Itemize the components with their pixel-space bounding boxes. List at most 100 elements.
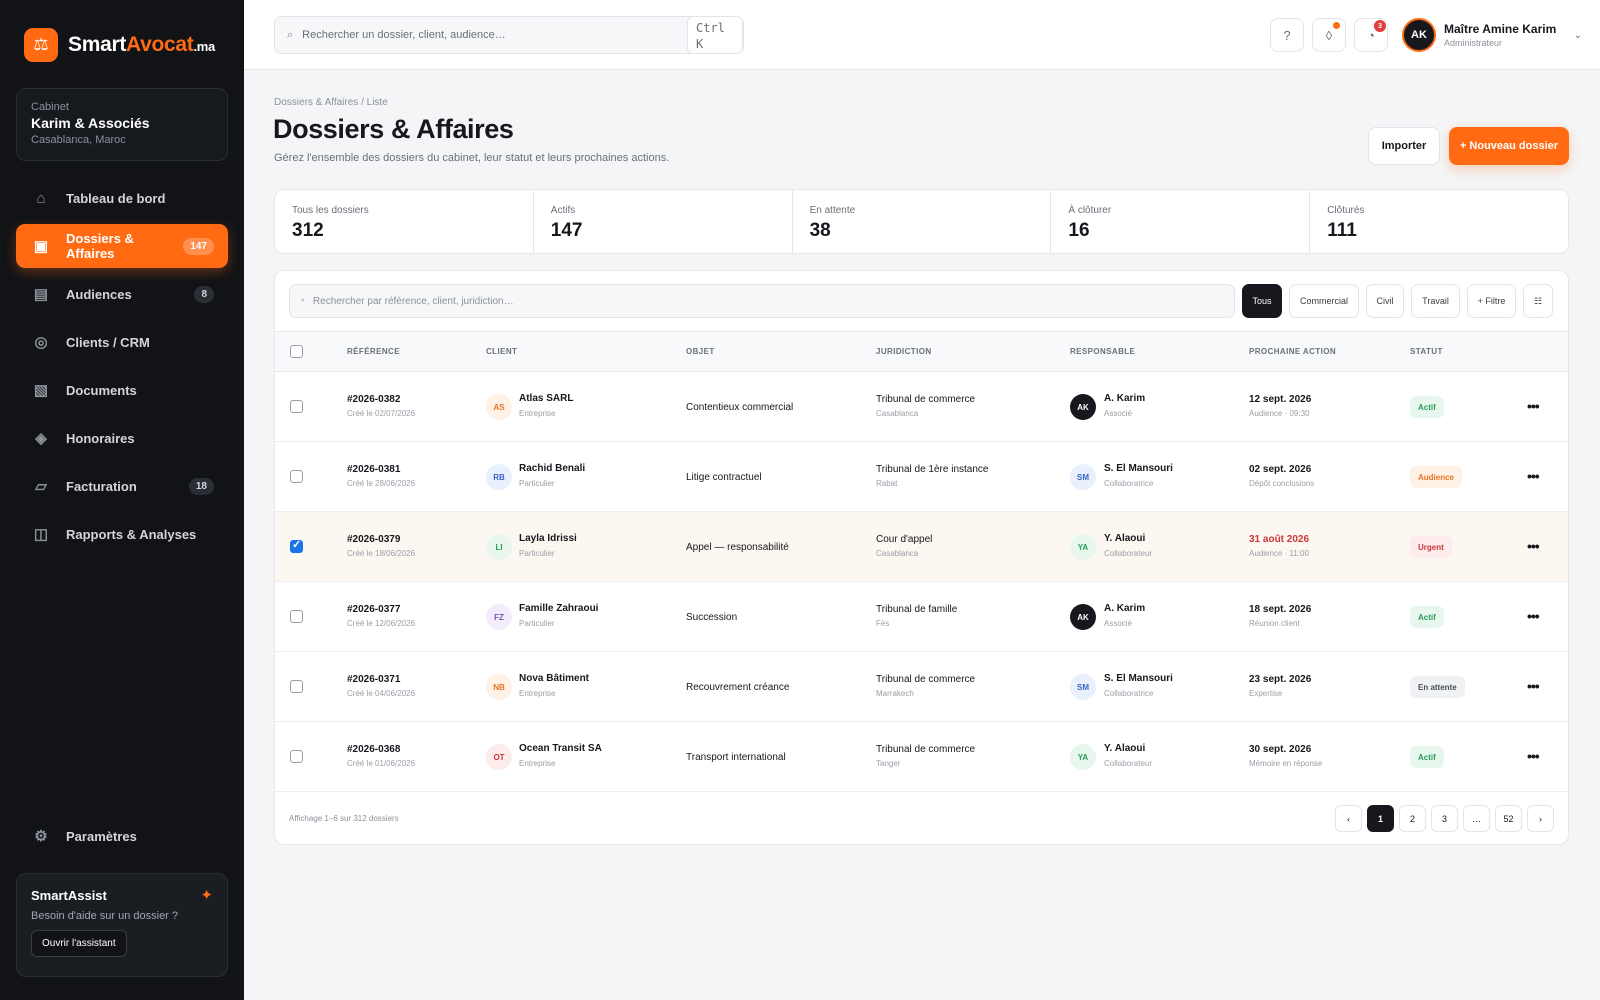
more-actions-icon[interactable]: •••: [1527, 468, 1540, 484]
more-actions-icon[interactable]: •••: [1527, 538, 1540, 554]
row-checkbox[interactable]: [290, 610, 303, 623]
table-search[interactable]: ⌕ Rechercher par référence, client, juri…: [289, 284, 1235, 318]
sidebar-item-rapports-analyses[interactable]: ◫ Rapports & Analyses: [16, 512, 228, 556]
jurisdiction-cell: Tribunal de famille Fès: [876, 604, 957, 628]
cabinet-switcher[interactable]: Cabinet Karim & Associés Casablanca, Mar…: [16, 88, 228, 161]
table-row[interactable]: #2026-0368 Créé le 01/06/2026 OT Ocean Tran…: [275, 722, 1568, 792]
table-search-input[interactable]: Rechercher par référence, client, juridi…: [313, 296, 514, 307]
row-checkbox[interactable]: [290, 538, 303, 553]
table-row[interactable]: #2026-0371 Créé le 04/06/2026 NB Nova Bâtim…: [275, 652, 1568, 722]
next-action-cell: 31 août 2026 Audience · 11:00: [1249, 534, 1309, 558]
smartassist-card: SmartAssist ✦ Besoin d'aide sur un dossi…: [16, 873, 228, 977]
stat-value: 16: [1068, 220, 1090, 241]
filter-chip-commercial[interactable]: Commercial: [1289, 284, 1359, 318]
new-case-button[interactable]: + Nouveau dossier: [1449, 127, 1569, 165]
jurisdiction-city: Casablanca: [876, 409, 919, 418]
page-button-52[interactable]: 52: [1495, 805, 1522, 832]
column-header-reference[interactable]: Référence: [347, 347, 400, 356]
global-search-input[interactable]: Rechercher un dossier, client, audience…: [302, 29, 687, 41]
case-reference-number[interactable]: #2026-0371: [347, 674, 415, 685]
brand-logo[interactable]: ⚖ SmartAvocat.ma: [24, 28, 215, 62]
table-row[interactable]: #2026-0381 Créé le 28/06/2026 RB Rachid Ben…: [275, 442, 1568, 512]
filter-chip-travail[interactable]: Travail: [1411, 284, 1460, 318]
case-reference-number[interactable]: #2026-0382: [347, 394, 415, 405]
case-reference-number[interactable]: #2026-0377: [347, 604, 415, 615]
filter-chip-civil[interactable]: Civil: [1366, 284, 1404, 318]
client-name[interactable]: Layla Idrissi: [519, 533, 577, 544]
columns-toggle-button[interactable]: ☷: [1523, 284, 1553, 318]
open-assistant-button[interactable]: Ouvrir l'assistant: [31, 930, 127, 957]
client-name[interactable]: Rachid Benali: [519, 463, 585, 474]
client-avatar: OT: [486, 744, 512, 770]
table-row[interactable]: #2026-0382 Créé le 02/07/2026 AS Atlas SARL…: [275, 372, 1568, 442]
jurisdiction-city: Fès: [876, 619, 890, 628]
client-name[interactable]: Famille Zahraoui: [519, 603, 598, 614]
select-all-checkbox[interactable]: [290, 345, 303, 358]
table-row[interactable]: #2026-0377 Créé le 12/06/2026 FZ Famille Za…: [275, 582, 1568, 652]
alerts-button[interactable]: ◊: [1312, 18, 1346, 52]
client-name[interactable]: Nova Bâtiment: [519, 673, 589, 684]
filter-chip-tous[interactable]: Tous: [1242, 284, 1282, 318]
column-header-objet[interactable]: Objet: [686, 347, 715, 356]
status-badge: En attente: [1410, 676, 1465, 698]
prev-page-button[interactable]: ‹: [1335, 805, 1362, 832]
more-actions-icon[interactable]: •••: [1527, 398, 1540, 414]
client-name[interactable]: Atlas SARL: [519, 393, 573, 404]
page-button-1[interactable]: 1: [1367, 805, 1394, 832]
stat-card-en-attente[interactable]: En attente 38: [793, 190, 1052, 253]
sidebar-item-audiences[interactable]: ▤ Audiences 8: [16, 272, 228, 316]
row-checkbox[interactable]: [290, 680, 303, 693]
column-header-juridiction[interactable]: Juridiction: [876, 347, 932, 356]
sidebar-item-parametres[interactable]: ⚙ Paramètres: [16, 814, 228, 858]
column-header-client[interactable]: Client: [486, 347, 517, 356]
stat-card-clotures[interactable]: Clôturés 111: [1310, 190, 1568, 253]
sidebar-item-facturation[interactable]: ▱ Facturation 18: [16, 464, 228, 508]
next-action-detail: Mémoire en réponse: [1249, 759, 1323, 768]
row-checkbox[interactable]: [290, 470, 303, 483]
stat-card-actifs[interactable]: Actifs 147: [534, 190, 793, 253]
filter-chip-filtre[interactable]: + Filtre: [1467, 284, 1516, 318]
stat-card-a-cloturer[interactable]: À clôturer 16: [1051, 190, 1311, 253]
stat-card-tous-les-dossiers[interactable]: Tous les dossiers 312: [275, 190, 534, 253]
user-menu[interactable]: AK Maître Amine Karim Administrateur ⌄: [1402, 17, 1582, 53]
client-cell: Famille Zahraoui Particulier: [519, 603, 598, 628]
sidebar-item-badge: 8: [194, 285, 214, 303]
stat-label: En attente: [809, 205, 856, 216]
next-page-button[interactable]: ›: [1527, 805, 1554, 832]
case-reference-number[interactable]: #2026-0381: [347, 464, 415, 475]
more-actions-icon[interactable]: •••: [1527, 678, 1540, 694]
clients-icon: ◎: [34, 334, 48, 351]
client-avatar: AS: [486, 394, 512, 420]
next-action-cell: 18 sept. 2026 Réunion client: [1249, 604, 1311, 628]
case-reference-number[interactable]: #2026-0368: [347, 744, 415, 755]
table-row[interactable]: #2026-0379 Créé le 18/06/2026 LI Layla Idri…: [275, 512, 1568, 582]
column-header-responsable[interactable]: Responsable: [1070, 347, 1135, 356]
sidebar-item-honoraires[interactable]: ◈ Honoraires: [16, 416, 228, 460]
more-actions-icon[interactable]: •••: [1527, 608, 1540, 624]
column-header-prochaine-action[interactable]: Prochaine action: [1249, 347, 1336, 356]
help-button[interactable]: ?: [1270, 18, 1304, 52]
scales-icon: ⚖: [24, 28, 58, 62]
sidebar-item-tableau-de-bord[interactable]: ⌂ Tableau de bord: [16, 176, 228, 220]
sidebar-item-documents[interactable]: ▧ Documents: [16, 368, 228, 412]
case-created-date: Créé le 04/06/2026: [347, 689, 416, 698]
filter-bar: ⌕ Rechercher par référence, client, juri…: [289, 284, 1555, 318]
page-button-3[interactable]: 3: [1431, 805, 1458, 832]
search-icon: ⌕: [301, 297, 305, 304]
page-button-2[interactable]: 2: [1399, 805, 1426, 832]
column-header-statut[interactable]: Statut: [1410, 347, 1443, 356]
sidebar-item-clients-crm[interactable]: ◎ Clients / CRM: [16, 320, 228, 364]
row-checkbox[interactable]: [290, 400, 303, 413]
stat-value: 111: [1327, 220, 1357, 241]
notifications-button[interactable]: ◔ 3: [1354, 18, 1388, 52]
client-name[interactable]: Ocean Transit SA: [519, 743, 602, 754]
global-search[interactable]: ⌕ Rechercher un dossier, client, audienc…: [274, 16, 744, 54]
responsible-name: Y. Alaoui: [1104, 743, 1146, 754]
table-header: Référence Client Objet Juridiction Respo…: [275, 331, 1568, 372]
row-checkbox[interactable]: [290, 750, 303, 763]
case-reference-number[interactable]: #2026-0379: [347, 534, 415, 545]
client-avatar: LI: [486, 534, 512, 560]
sidebar-item-dossiers-affaires[interactable]: ▣ Dossiers & Affaires 147: [16, 224, 228, 268]
more-actions-icon[interactable]: •••: [1527, 748, 1540, 764]
import-button[interactable]: Importer: [1368, 127, 1440, 165]
